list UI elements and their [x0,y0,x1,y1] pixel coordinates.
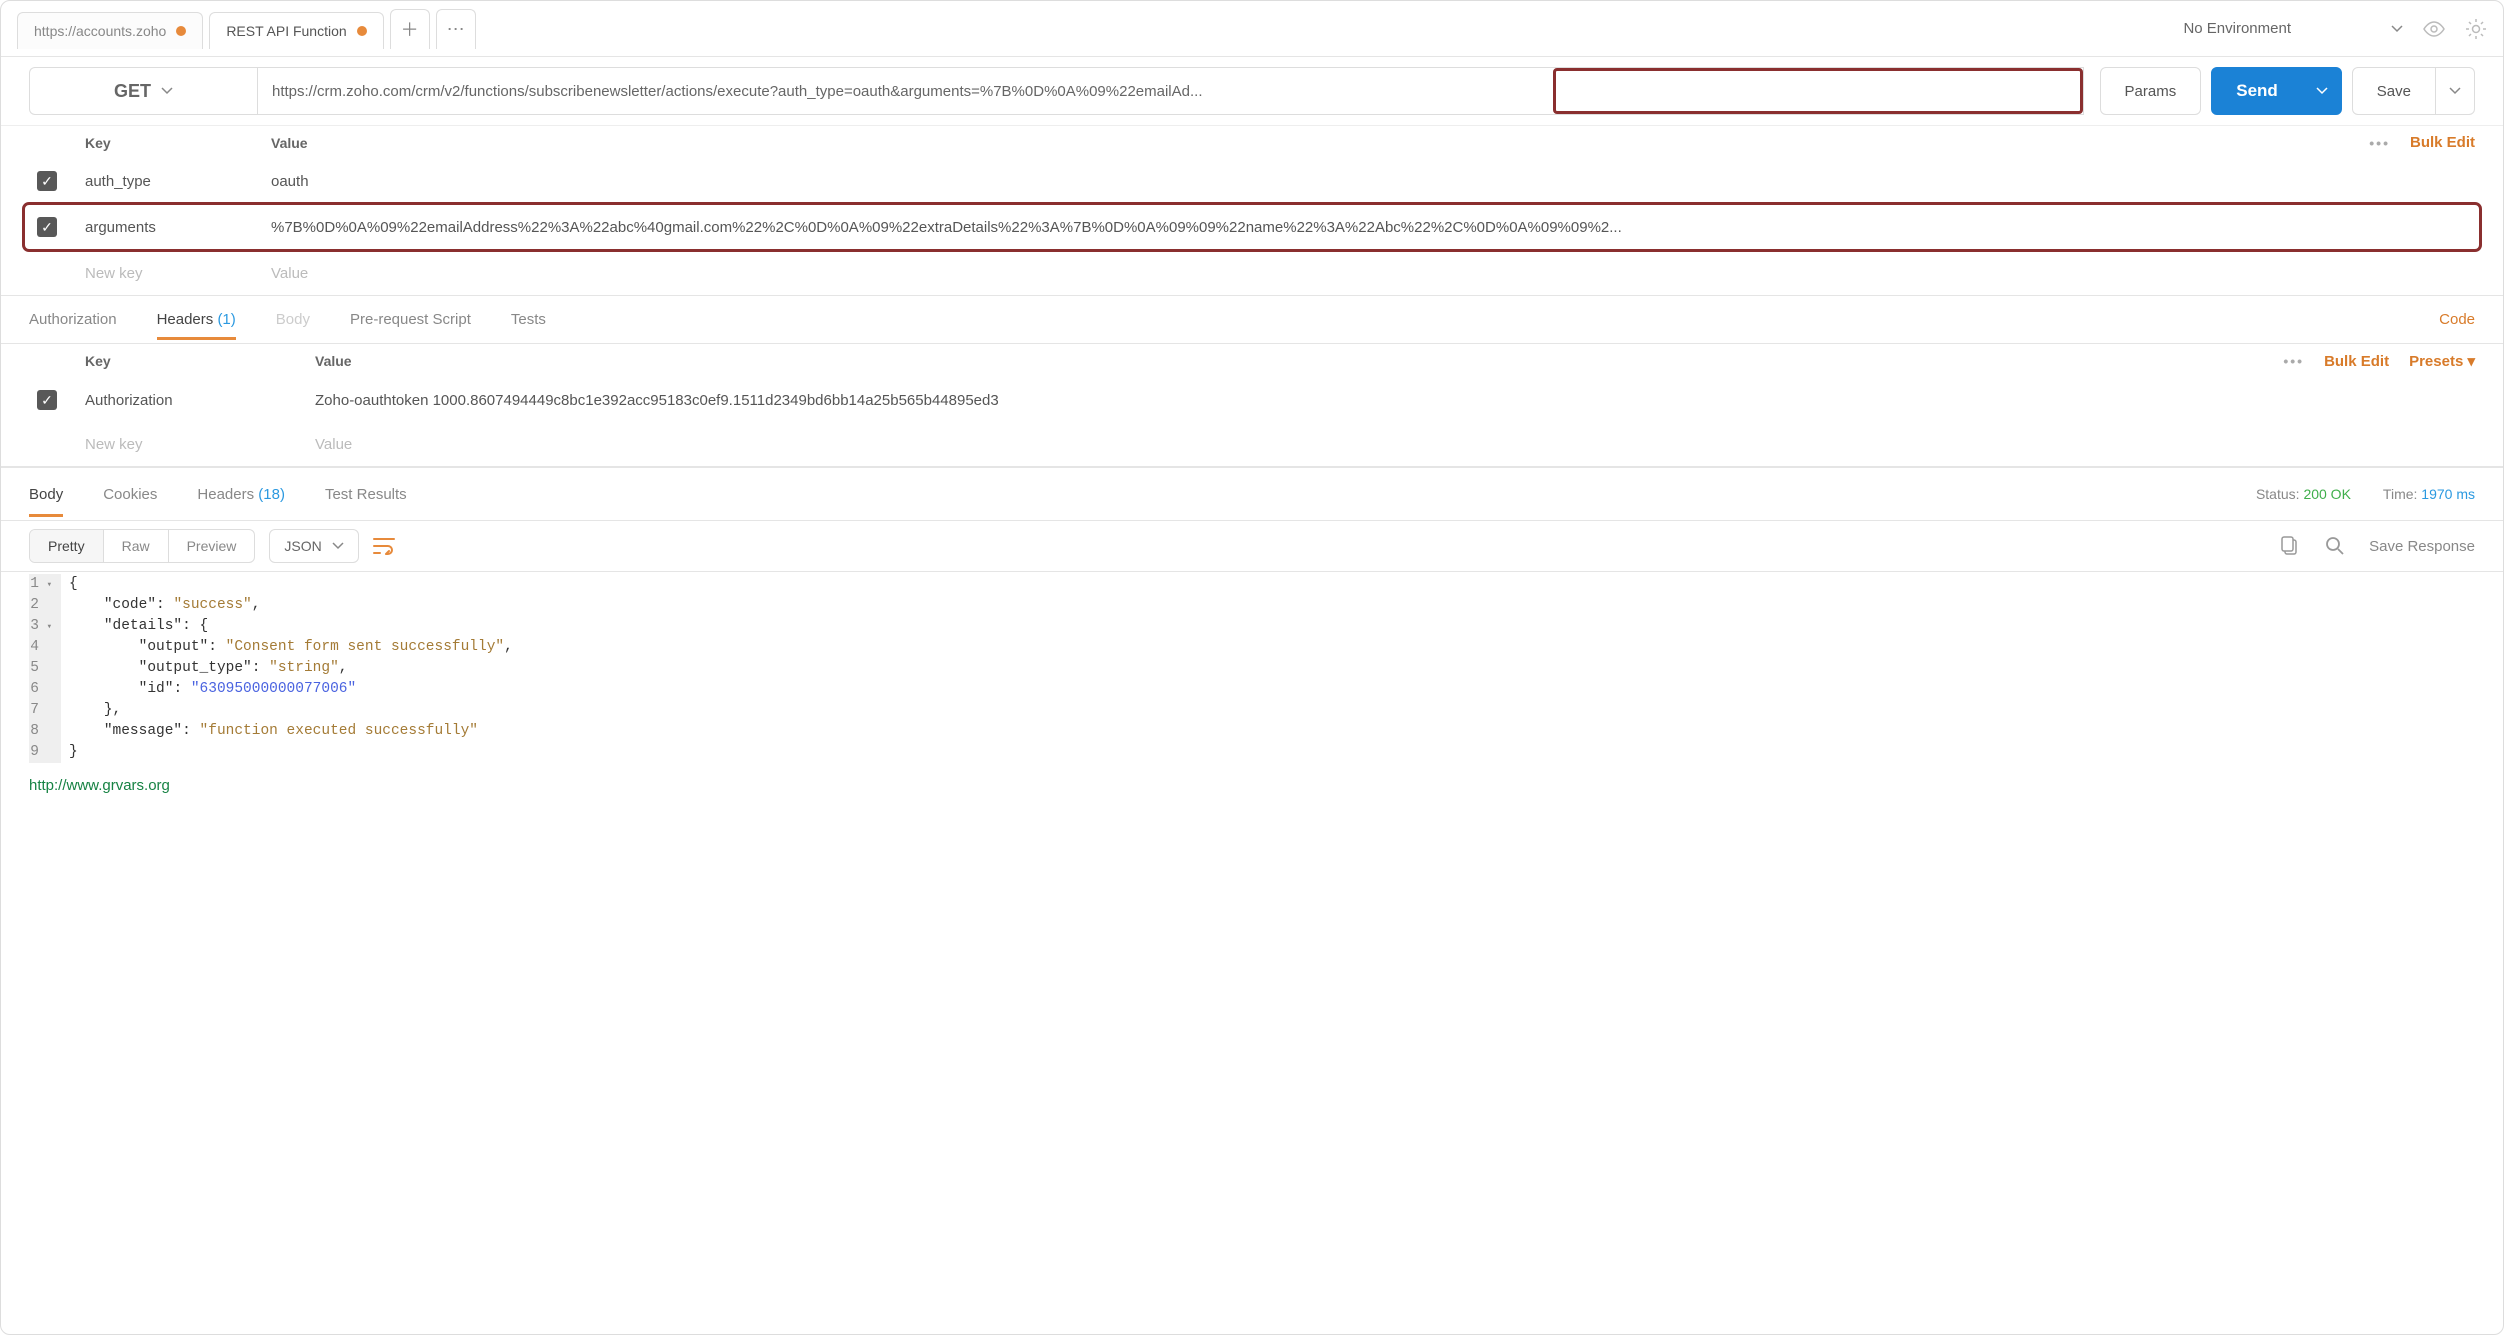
footer: http://www.grvars.org [1,765,2503,806]
param-value[interactable]: oauth [271,173,2475,190]
tab-prerequest[interactable]: Pre-request Script [350,299,471,340]
status-label: Status: [2256,486,2300,502]
request-tabs: Authorization Headers (1) Body Pre-reque… [1,296,2503,344]
method-label: GET [114,81,151,102]
environment-label: No Environment [2183,20,2291,37]
code-content[interactable]: { "code": "success", "details": { "outpu… [61,574,2503,763]
column-value: Value [271,135,2369,151]
tab-test-results[interactable]: Test Results [325,472,407,517]
column-key: Key [85,353,315,369]
copy-icon[interactable] [2281,536,2301,556]
response-status: Status: 200 OK Time: 1970 ms [2256,486,2475,502]
presets-dropdown[interactable]: Presets ▾ [2409,352,2475,370]
header-row[interactable]: ✓ Authorization Zoho-oauthtoken 1000.860… [1,378,2503,422]
header-key-placeholder[interactable]: New key [85,436,315,453]
tab-response-body[interactable]: Body [29,472,63,517]
response-view-bar: Pretty Raw Preview JSON Save Response [1,521,2503,572]
checkbox-checked-icon[interactable]: ✓ [37,217,57,237]
format-select[interactable]: JSON [269,529,358,563]
format-label: JSON [284,538,321,554]
tab-tests[interactable]: Tests [511,299,546,340]
header-key[interactable]: Authorization [85,392,315,409]
tab-options-button[interactable]: ⋯ [436,9,476,49]
method-select[interactable]: GET [29,67,257,115]
checkbox-checked-icon[interactable]: ✓ [37,390,57,410]
footer-link[interactable]: http://www.grvars.org [29,777,170,794]
gear-icon[interactable] [2465,18,2487,40]
more-icon[interactable]: ••• [2369,135,2390,151]
status-value: 200 OK [2303,486,2350,502]
headers-header-row: Key Value ••• Bulk Edit Presets ▾ [1,344,2503,378]
view-mode-segment: Pretty Raw Preview [29,529,255,563]
param-row-highlighted[interactable]: ✓ arguments %7B%0D%0A%09%22emailAddress%… [25,205,2479,249]
top-tab-bar: https://accounts.zoho REST API Function … [1,1,2503,57]
tab-response-cookies[interactable]: Cookies [103,472,157,517]
request-bar: GET Params Send Save [1,57,2503,126]
tab-rest-api[interactable]: REST API Function [209,12,383,49]
tab-label: https://accounts.zoho [34,23,166,39]
dirty-dot-icon [357,26,367,36]
param-key[interactable]: auth_type [85,173,271,190]
line-gutter: 123456789 [1,574,61,763]
new-tab-button[interactable]: ＋ [390,9,430,49]
param-row[interactable]: ✓ auth_type oauth [1,159,2503,203]
environment-select[interactable]: No Environment [2183,20,2403,37]
tab-headers[interactable]: Headers (1) [157,299,236,340]
more-icon[interactable]: ••• [2283,353,2304,369]
checkbox-checked-icon[interactable]: ✓ [37,171,57,191]
header-row-new[interactable]: ✓ New key Value [1,422,2503,466]
chevron-down-icon [161,87,173,95]
bulk-edit-link[interactable]: Bulk Edit [2410,134,2475,151]
send-dropdown[interactable] [2302,67,2342,115]
param-value[interactable]: %7B%0D%0A%09%22emailAddress%22%3A%22abc%… [271,219,2475,236]
tab-body[interactable]: Body [276,299,310,340]
column-value: Value [315,353,2283,369]
tab-label: REST API Function [226,23,346,39]
save-response-link[interactable]: Save Response [2369,538,2475,555]
url-input[interactable] [258,83,2083,100]
save-button[interactable]: Save [2352,67,2436,115]
chevron-down-icon [2449,87,2461,95]
chevron-down-icon [332,542,344,550]
tab-count: (18) [258,486,285,503]
dirty-dot-icon [176,26,186,36]
time-value: 1970 ms [2421,486,2475,502]
wrap-lines-icon[interactable] [373,537,395,555]
param-value-placeholder[interactable]: Value [271,265,2475,282]
search-icon[interactable] [2325,536,2345,556]
bulk-edit-link[interactable]: Bulk Edit [2324,353,2389,370]
tab-accounts[interactable]: https://accounts.zoho [17,12,203,49]
view-pretty[interactable]: Pretty [30,530,104,562]
time-label: Time: [2383,486,2417,502]
header-value[interactable]: Zoho-oauthtoken 1000.8607494449c8bc1e392… [315,392,2475,409]
response-body: 123456789 { "code": "success", "details"… [1,572,2503,765]
tab-label: Headers [197,486,254,503]
send-button[interactable]: Send [2211,67,2303,115]
column-key: Key [85,135,271,151]
code-link[interactable]: Code [2439,311,2475,328]
response-tabs: Body Cookies Headers (18) Test Results S… [1,467,2503,521]
header-value-placeholder[interactable]: Value [315,436,2475,453]
tab-response-headers[interactable]: Headers (18) [197,472,285,517]
view-preview[interactable]: Preview [169,530,255,562]
param-key[interactable]: arguments [85,219,271,236]
param-key-placeholder[interactable]: New key [85,265,271,282]
save-dropdown[interactable] [2435,67,2475,115]
params-section: Key Value ••• Bulk Edit ✓ auth_type oaut… [1,126,2503,296]
tab-label: Headers [157,311,214,328]
params-button[interactable]: Params [2100,67,2202,115]
chevron-down-icon [2316,87,2328,95]
url-input-wrap [257,67,2084,115]
params-header-row: Key Value ••• Bulk Edit [1,126,2503,159]
tab-authorization[interactable]: Authorization [29,299,117,340]
chevron-down-icon [2391,25,2403,33]
eye-icon[interactable] [2423,21,2445,37]
param-row-new[interactable]: ✓ New key Value [1,251,2503,295]
view-raw[interactable]: Raw [104,530,169,562]
headers-section: Key Value ••• Bulk Edit Presets ▾ ✓ Auth… [1,344,2503,467]
tab-count: (1) [217,311,235,328]
